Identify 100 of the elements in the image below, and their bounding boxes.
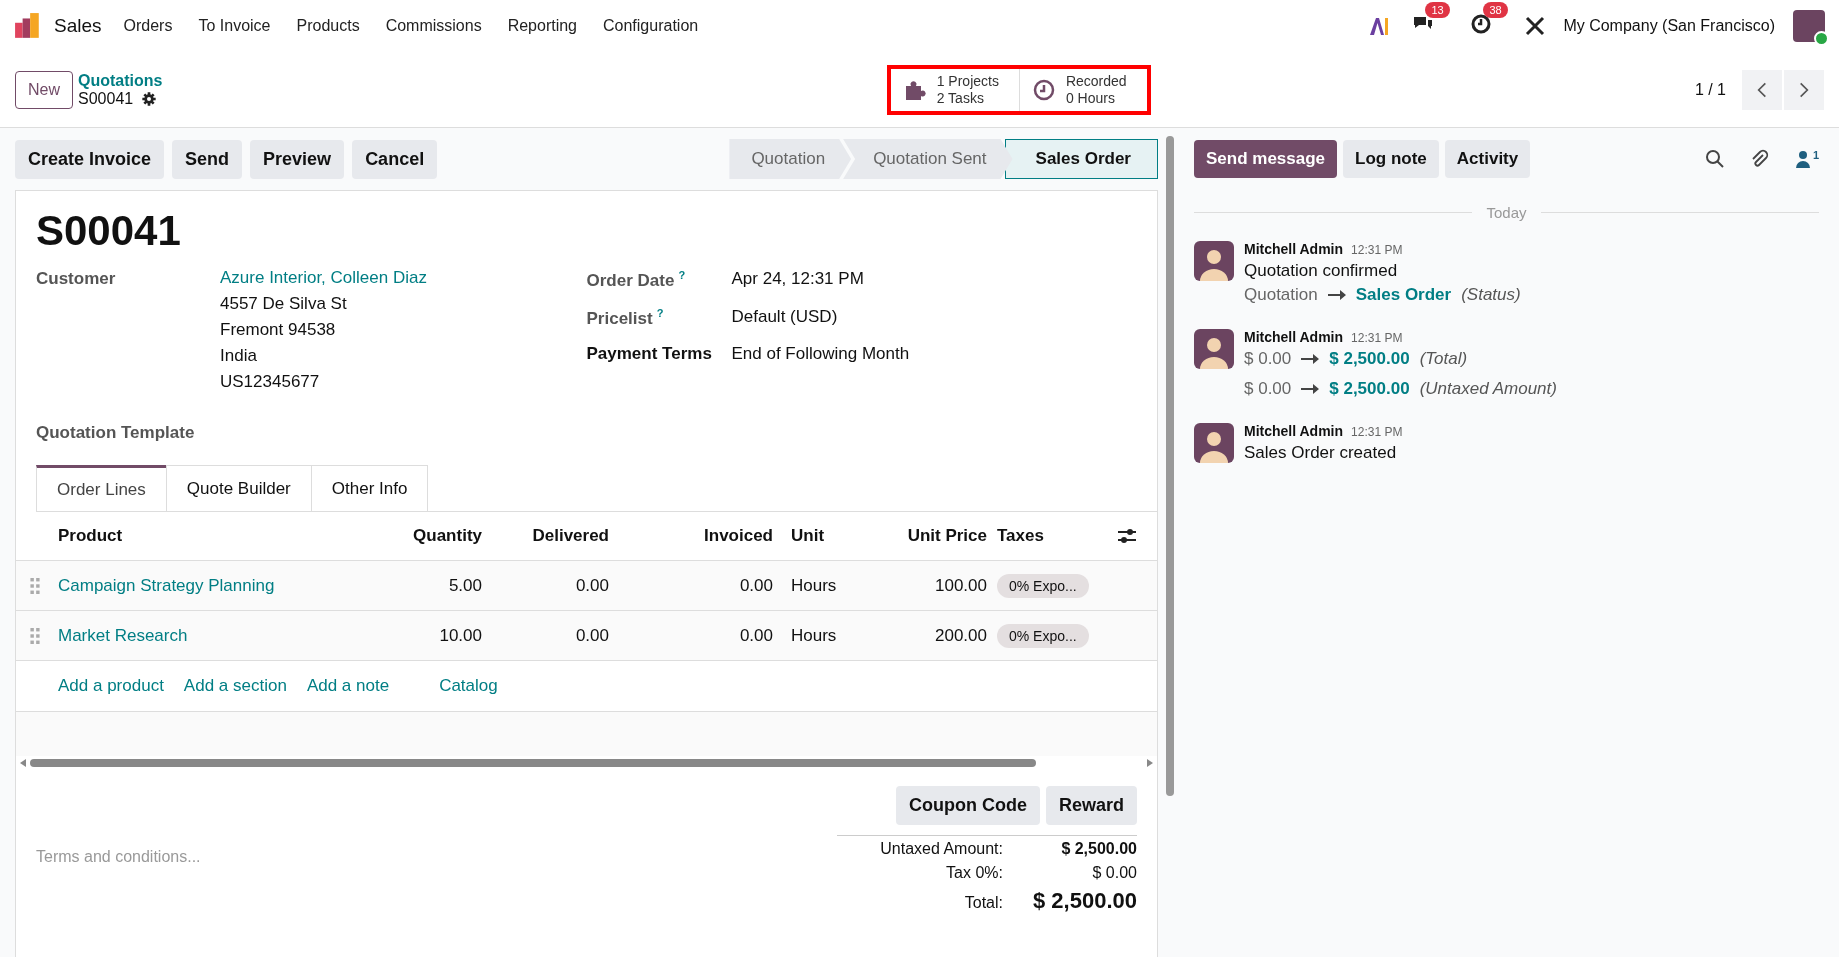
new-button[interactable]: New [15,71,73,109]
user-avatar[interactable] [1793,10,1825,42]
address-line: India [220,345,258,367]
field-label: Quotation Template [36,423,196,443]
drag-handle-icon[interactable] [30,577,40,594]
add-line-link[interactable]: Catalog [439,676,498,696]
drag-handle-icon[interactable] [30,627,40,644]
column-settings-icon[interactable] [1117,528,1137,544]
menu-item[interactable]: To Invoice [198,17,271,35]
column-header[interactable]: Unit [783,526,873,546]
settings-icon[interactable] [141,91,158,107]
field-value: Default (USD) [731,306,838,328]
old-value: Quotation [1244,285,1318,305]
help-tooltip[interactable]: ? [656,306,664,319]
table-cell-text: Hours [790,575,838,596]
tax-tag: 0% Expo... [997,573,1089,598]
old-value: $ 0.00 [1244,349,1292,369]
promo-button[interactable]: Coupon Code [896,786,1040,825]
record-title: S00041 [36,207,182,255]
total-value: $ 2,500.00 [1060,840,1137,858]
field-value: Apr 24, 12:31 PM [731,269,864,290]
breadcrumb-link[interactable]: Quotations [78,72,163,90]
message-time: 12:31 PM [1351,425,1403,439]
avatar[interactable] [1194,241,1234,281]
chatter-button[interactable]: Activity [1444,140,1531,178]
chatter-button[interactable]: Send message [1194,140,1338,178]
arrow-icon [1301,384,1320,394]
old-value: $ 0.00 [1244,379,1292,399]
column-header[interactable]: Invoiced [619,526,783,546]
message-text: Sales Order created [1244,443,1398,463]
arrow-icon [1301,354,1320,364]
help-tooltip[interactable]: ? [678,269,686,281]
menu-item[interactable]: Orders [123,17,173,35]
stat-label: Recorded [1065,73,1127,90]
column-header[interactable]: Delivered [492,526,619,546]
customer-link[interactable]: Azure Interior, Colleen Diaz [220,265,427,291]
table-cell-text: 200.00 [934,625,988,646]
action-button[interactable]: Create Invoice [15,139,165,179]
field-label: Customer [36,269,117,290]
action-button[interactable]: Send [172,139,243,179]
tab[interactable]: Other Info [310,465,429,511]
add-line-link[interactable]: Add a section [183,676,287,696]
clock-icon [1031,78,1056,102]
tab[interactable]: Order Lines [36,465,167,511]
search-icon[interactable] [1704,149,1725,169]
product-link[interactable]: Campaign Strategy Planning [58,575,392,596]
field-label: Payment Terms [586,344,712,364]
chevron-right-icon [1799,81,1809,99]
scroll-right-icon[interactable] [1147,759,1153,767]
avatar[interactable] [1194,329,1234,369]
author-name[interactable]: Mitchell Admin [1244,329,1344,345]
column-header[interactable]: Product [58,526,392,546]
menu-item[interactable]: Commissions [385,17,482,35]
vertical-scrollbar[interactable] [1166,136,1174,796]
table-cell-text: 100.00 [934,575,988,596]
chevron-left-icon [1757,81,1767,99]
app-name[interactable]: Sales [54,15,102,37]
chatter-button[interactable]: Log note [1343,140,1439,178]
table-cell-text: 0.00 [574,575,610,596]
avatar[interactable] [1194,423,1234,463]
count-badge: 38 [1483,2,1508,18]
action-button[interactable]: Preview [250,139,345,179]
action-button[interactable]: Cancel [352,139,438,179]
status-step[interactable]: Quotation [729,139,852,179]
record-name: S00041 [78,90,134,108]
table-cell-text: 10.00 [438,625,483,646]
promo-button[interactable]: Reward [1045,786,1137,825]
add-line-link[interactable]: Add a product [58,676,164,696]
total-label: Total: [963,894,1003,912]
pager-value: 1 / 1 [1694,81,1726,99]
column-header[interactable]: Taxes [997,526,1117,546]
column-header[interactable]: Quantity [392,526,492,546]
address-line: US12345677 [220,371,321,393]
menu-item[interactable]: Products [296,17,360,35]
message-time: 12:31 PM [1351,243,1403,257]
status-step[interactable]: Sales Order [1004,139,1158,179]
stat-value: 2 Tasks [936,90,984,107]
table-cell-text: 0.00 [574,625,610,646]
follower-count: 1 [1812,149,1819,161]
app-logo-icon[interactable] [14,12,42,40]
product-link[interactable]: Market Research [58,625,392,646]
table-cell-text: Hours [790,625,838,646]
scroll-left-icon[interactable] [20,759,26,767]
stat-value: 0 Hours [1065,90,1115,107]
message-time: 12:31 PM [1351,331,1403,345]
status-step[interactable]: Quotation Sent [843,139,1013,179]
date-separator: Today [1486,204,1527,221]
column-header[interactable]: Unit Price [873,526,997,546]
author-name[interactable]: Mitchell Admin [1244,241,1344,257]
total-label: Tax 0%: [945,864,1003,882]
company-switcher[interactable]: My Company (San Francisco) [1563,17,1775,35]
total-value: $ 0.00 [1091,864,1137,882]
add-line-link[interactable]: Add a note [306,676,390,696]
author-name[interactable]: Mitchell Admin [1244,423,1344,439]
table-cell-text: 0.00 [738,575,774,596]
field-value: End of Following Month [731,344,910,365]
menu-item[interactable]: Configuration [603,17,699,35]
total-value: $ 2,500.00 [1032,888,1137,914]
field-name: (Total) [1419,349,1468,369]
menu-item[interactable]: Reporting [507,17,577,35]
